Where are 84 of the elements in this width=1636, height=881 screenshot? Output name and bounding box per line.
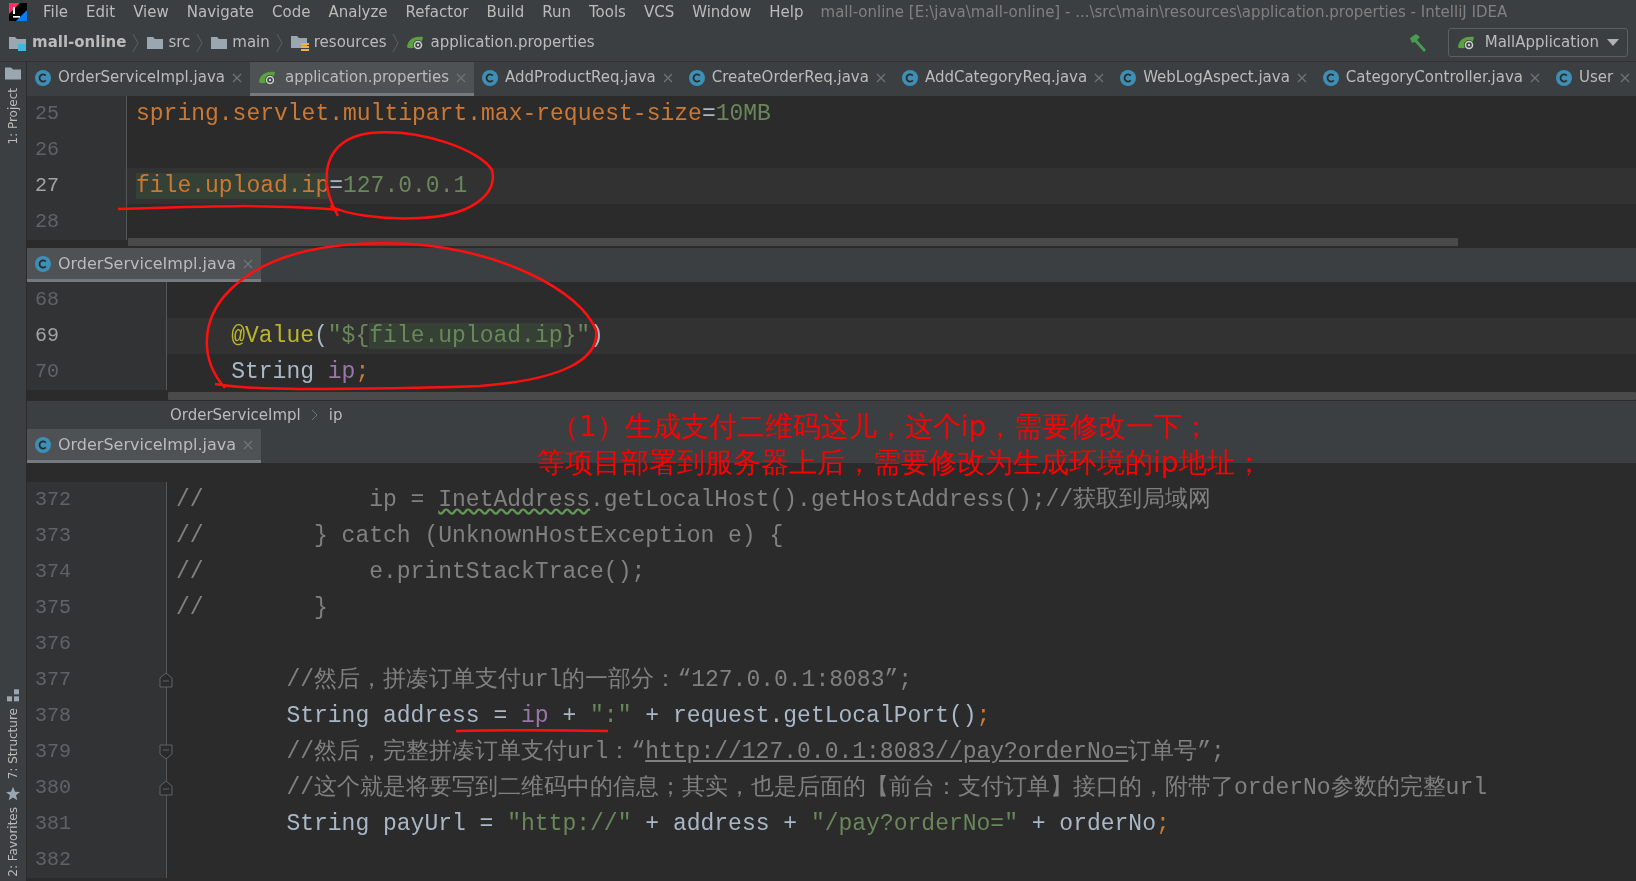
class-icon (1555, 69, 1572, 86)
chevron-icon (392, 32, 401, 53)
tool-window-button[interactable]: 1: Project (4, 62, 22, 149)
close-icon (1296, 72, 1307, 83)
editor-tab[interactable]: OrderServiceImpl.java (26, 429, 262, 463)
menu-item[interactable]: VCS (634, 1, 684, 23)
scrollbar[interactable] (167, 391, 1636, 400)
tool-window-button[interactable]: 2: Favorites (4, 783, 22, 881)
line-number: 69 (33, 323, 59, 349)
folder-icon (146, 34, 165, 51)
breadcrumb-item[interactable]: mall-online (8, 31, 127, 54)
class-icon (34, 255, 51, 272)
folder-icon (210, 34, 229, 51)
class-icon (1120, 69, 1137, 86)
breadcrumb-item[interactable]: ip (328, 403, 343, 427)
class-icon (34, 69, 51, 86)
star-icon (6, 787, 20, 802)
line-number: 27 (33, 173, 59, 199)
close-icon (1620, 72, 1631, 83)
window-title: mall-online [E:\java\mall-online] - ...\src\main\resources\application.properties - IntelliJ IDEA (820, 2, 1508, 23)
close-icon (243, 439, 254, 450)
chevron-icon (196, 32, 205, 53)
class-icon (1322, 69, 1339, 86)
editor-tab[interactable]: application.properties (249, 62, 475, 96)
menu-item[interactable]: File (34, 1, 78, 23)
scrollbar[interactable] (127, 238, 1458, 246)
code-line: // } (174, 597, 328, 619)
menu-item[interactable]: Edit (77, 1, 125, 23)
chevron-icon (275, 32, 284, 53)
chevron-icon (132, 32, 141, 53)
close-icon (1529, 72, 1540, 83)
editor-tab[interactable]: AddProductReq.java (474, 62, 681, 96)
menu-item[interactable]: Navigate (177, 1, 264, 23)
editor-tab[interactable]: AddCategoryReq.java (893, 62, 1113, 96)
code-line: // e.printStackTrace(); (174, 561, 646, 583)
annotation-text: 等项目部署到服务器上后，需要修改为生成环境的ip地址； (537, 446, 1263, 480)
class-icon (482, 69, 499, 86)
close-icon (662, 72, 673, 83)
menu-item[interactable]: Run (533, 1, 580, 23)
tool-window-button[interactable]: 7: Structure (4, 683, 22, 784)
class-icon (901, 69, 918, 86)
breadcrumb-item[interactable]: main (210, 31, 270, 54)
folder-icon (4, 66, 22, 82)
code-line: // ip = InetAddress.getLocalHost().getHostAddress();//获取到局域网 (174, 489, 1212, 511)
code-line: String ip; (230, 361, 370, 383)
menu-item[interactable]: Code (263, 1, 320, 23)
menu-item[interactable]: Tools (579, 1, 635, 23)
editor-tab[interactable]: CreateOrderReq.java (680, 62, 894, 96)
leaf-gear-icon (257, 69, 278, 86)
editor-tab[interactable]: OrderServiceImpl.java (26, 248, 262, 282)
menu-item[interactable]: Help (760, 1, 813, 23)
run-configuration-dropdown[interactable]: MallApplication (1447, 28, 1628, 57)
editor-tab[interactable]: User (1547, 62, 1636, 96)
menu-item[interactable]: Window (683, 1, 761, 23)
breadcrumb-item[interactable]: OrderServiceImpl (169, 403, 301, 427)
editor-tab[interactable]: OrderServiceImpl.java (26, 62, 250, 96)
close-icon (231, 72, 242, 83)
breadcrumb-item[interactable]: src (146, 31, 191, 54)
menu-item[interactable]: View (124, 1, 178, 23)
annotation-text: （1）生成支付二维码这儿，这个ip，需要修改一下； (551, 410, 1211, 444)
app-logo-icon (8, 2, 28, 22)
resources-folder-icon (289, 33, 310, 52)
menu-item[interactable]: Refactor (396, 1, 478, 23)
code-line: String address = ip + ":" + request.getLocalPort(); (285, 705, 991, 727)
leaf-gear-icon (1456, 34, 1477, 51)
code-line: String payUrl = "http://" + address + "/pay?orderNo=" + orderNo; (285, 813, 1170, 835)
structure-icon (6, 687, 20, 702)
code-line: // } catch (UnknownHostException e) { (174, 525, 784, 547)
menu-item[interactable]: Build (477, 1, 534, 23)
class-icon (688, 69, 705, 86)
breadcrumb-item[interactable]: application.properties (406, 31, 595, 54)
close-icon (875, 72, 886, 83)
close-icon (1094, 72, 1105, 83)
editor-tab[interactable]: CategoryController.java (1314, 62, 1548, 96)
code-line: file.upload.ip=127.0.0.1 (134, 175, 468, 197)
class-icon (34, 436, 51, 453)
caret-icon (1607, 38, 1619, 47)
close-icon (456, 72, 467, 83)
menu-item[interactable]: Analyze (319, 1, 397, 23)
close-icon (243, 258, 254, 269)
code-line: spring.servlet.multipart.max-request-size=10MB (134, 103, 771, 125)
breadcrumb-item[interactable]: resources (289, 31, 387, 54)
editor-tab[interactable]: WebLogAspect.java (1112, 62, 1315, 96)
chevron-icon (310, 408, 319, 422)
